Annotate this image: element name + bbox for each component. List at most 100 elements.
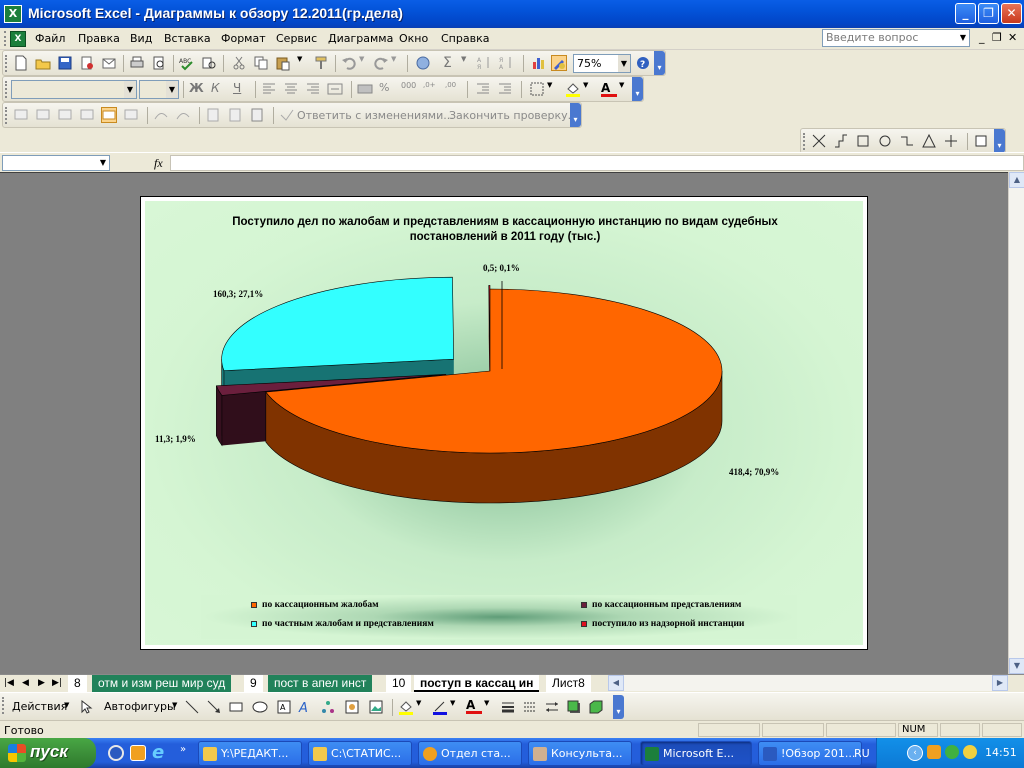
sheet-tab-mir-sud[interactable]: отм и изм реш мир суд bbox=[92, 675, 232, 692]
font-size-select[interactable]: ▼ bbox=[139, 80, 179, 99]
taskbar-item[interactable]: Отдел ста... bbox=[418, 741, 522, 766]
name-box[interactable]: ▼ bbox=[2, 155, 110, 171]
increase-decimal-icon[interactable]: ,0+ bbox=[423, 81, 439, 97]
menu-insert[interactable]: Вставка bbox=[164, 32, 211, 45]
minimize-button[interactable]: _ bbox=[955, 3, 976, 24]
toolbar-grip[interactable] bbox=[2, 697, 5, 714]
align-right-icon[interactable] bbox=[305, 81, 321, 97]
data-label-0[interactable]: 418,4; 70,9% bbox=[729, 467, 779, 477]
toolbar-options-icon[interactable]: ▾ bbox=[994, 129, 1005, 153]
toolbar-options-icon[interactable]: ▾ bbox=[570, 103, 581, 127]
font-color-icon[interactable]: A bbox=[601, 81, 617, 97]
open-folder-icon[interactable] bbox=[35, 55, 51, 71]
attach-icon[interactable] bbox=[249, 107, 265, 123]
toolbar-grip[interactable] bbox=[5, 107, 8, 124]
taskbar-item[interactable]: C:\СТАТИС... bbox=[308, 741, 412, 766]
chevron-down-icon[interactable]: ▼ bbox=[172, 701, 177, 709]
chevron-down-icon[interactable]: ▼ bbox=[64, 701, 69, 709]
undo-icon[interactable] bbox=[341, 55, 357, 71]
sheet-tab-8[interactable]: 8 bbox=[68, 675, 87, 692]
permission-icon[interactable] bbox=[79, 55, 95, 71]
menu-window[interactable]: Окно bbox=[399, 32, 428, 45]
fill-color-icon[interactable] bbox=[565, 81, 581, 97]
dash-style-icon[interactable] bbox=[522, 699, 538, 715]
chart-legend[interactable]: по кассационным жалобам по кассационным … bbox=[201, 595, 797, 639]
show-comment-icon[interactable] bbox=[79, 107, 95, 123]
shape-tool-3-icon[interactable] bbox=[855, 133, 871, 149]
redo-dropdown-icon[interactable]: ▼ bbox=[391, 55, 407, 71]
chevron-down-icon[interactable]: ▼ bbox=[618, 55, 630, 72]
shadow-icon[interactable] bbox=[566, 699, 582, 715]
close-button[interactable]: ✕ bbox=[1001, 3, 1022, 24]
toolbar-grip[interactable] bbox=[803, 133, 806, 150]
sheet-tab-apel[interactable]: пост в апел инст bbox=[268, 675, 373, 692]
data-label-2[interactable]: 160,3; 27,1% bbox=[213, 289, 263, 299]
line-icon[interactable] bbox=[184, 699, 200, 715]
menu-format[interactable]: Формат bbox=[221, 32, 266, 45]
research-icon[interactable] bbox=[201, 55, 217, 71]
menu-help[interactable]: Справка bbox=[441, 32, 489, 45]
autoshapes-menu[interactable]: Автофигуры bbox=[104, 700, 176, 713]
menu-tools[interactable]: Сервис bbox=[276, 32, 317, 45]
taskbar-item-excel[interactable]: Microsoft E... bbox=[640, 741, 752, 766]
tray-antivirus-icon[interactable] bbox=[945, 745, 959, 759]
font-color-dropdown-icon[interactable]: ▼ bbox=[484, 699, 500, 715]
increase-indent-icon[interactable] bbox=[497, 81, 513, 97]
menu-edit[interactable]: Правка bbox=[78, 32, 120, 45]
3d-style-icon[interactable] bbox=[588, 699, 604, 715]
diagram-icon[interactable] bbox=[320, 699, 336, 715]
new-comment-icon[interactable] bbox=[13, 107, 29, 123]
fill-dropdown-icon[interactable]: ▼ bbox=[416, 699, 432, 715]
last-sheet-icon[interactable]: ▶| bbox=[52, 678, 62, 688]
picture-icon[interactable] bbox=[368, 699, 384, 715]
chevron-down-icon[interactable]: ▼ bbox=[166, 81, 178, 98]
decrease-indent-icon[interactable] bbox=[475, 81, 491, 97]
reply-changes-icon[interactable] bbox=[279, 107, 295, 123]
formula-input[interactable] bbox=[170, 155, 1024, 171]
hyperlink-icon[interactable] bbox=[415, 55, 431, 71]
italic-button[interactable]: К bbox=[211, 81, 227, 97]
scroll-left-icon[interactable]: ◀ bbox=[608, 675, 624, 691]
sheet-tab-list8[interactable]: Лист8 bbox=[546, 675, 591, 692]
prev-sheet-icon[interactable]: ◀ bbox=[22, 678, 29, 688]
line-color-icon[interactable] bbox=[432, 699, 448, 715]
send-for-review-icon[interactable] bbox=[227, 107, 243, 123]
paste-dropdown-icon[interactable]: ▼ bbox=[297, 55, 313, 71]
quicklaunch-more-icon[interactable]: » bbox=[180, 744, 186, 755]
chevron-down-icon[interactable]: ▼ bbox=[124, 81, 136, 98]
ask-question-input[interactable]: Введите вопрос ▼ bbox=[822, 29, 970, 47]
taskbar-item[interactable]: Консульта... bbox=[528, 741, 632, 766]
finish-review-button[interactable]: Закончить проверку... bbox=[449, 109, 578, 122]
language-indicator[interactable]: RU bbox=[854, 747, 870, 760]
media-player-icon[interactable] bbox=[108, 745, 124, 761]
paste-icon[interactable] bbox=[275, 55, 291, 71]
excel-icon[interactable]: X bbox=[4, 5, 22, 23]
cut-icon[interactable] bbox=[231, 55, 247, 71]
fill-color-icon[interactable] bbox=[398, 699, 414, 715]
align-left-icon[interactable] bbox=[261, 81, 277, 97]
font-color-icon[interactable]: A bbox=[466, 698, 482, 714]
scroll-down-icon[interactable]: ▼ bbox=[1009, 658, 1024, 674]
line-style-icon[interactable] bbox=[500, 699, 516, 715]
taskbar-item[interactable]: !Обзор 201... bbox=[758, 741, 862, 766]
data-label-1[interactable]: 11,3; 1,9% bbox=[155, 434, 196, 444]
doc-restore-button[interactable]: ❐ bbox=[992, 31, 1002, 44]
scroll-up-icon[interactable]: ▲ bbox=[1009, 172, 1024, 188]
bold-button[interactable]: Ж bbox=[189, 81, 205, 97]
percent-icon[interactable]: % bbox=[379, 81, 395, 97]
tray-app-icon[interactable] bbox=[927, 745, 941, 759]
pie-chart[interactable] bbox=[145, 201, 863, 581]
font-name-select[interactable]: ▼ bbox=[11, 80, 137, 99]
taskbar-item[interactable]: Y:\РЕДАКТ... bbox=[198, 741, 302, 766]
ink-annotations-icon[interactable] bbox=[153, 107, 169, 123]
decrease-decimal-icon[interactable]: ,00 bbox=[445, 81, 461, 97]
toolbar-options-icon[interactable]: ▾ bbox=[654, 51, 665, 75]
underline-button[interactable]: Ч bbox=[233, 81, 249, 97]
drawing-icon[interactable] bbox=[551, 55, 567, 71]
start-button[interactable]: пуск bbox=[0, 738, 96, 768]
autosum-icon[interactable]: Σ bbox=[443, 55, 459, 71]
first-sheet-icon[interactable]: |◀ bbox=[4, 678, 14, 688]
show-all-comments-icon[interactable] bbox=[101, 107, 117, 123]
oval-icon[interactable] bbox=[252, 699, 268, 715]
print-icon[interactable] bbox=[129, 55, 145, 71]
